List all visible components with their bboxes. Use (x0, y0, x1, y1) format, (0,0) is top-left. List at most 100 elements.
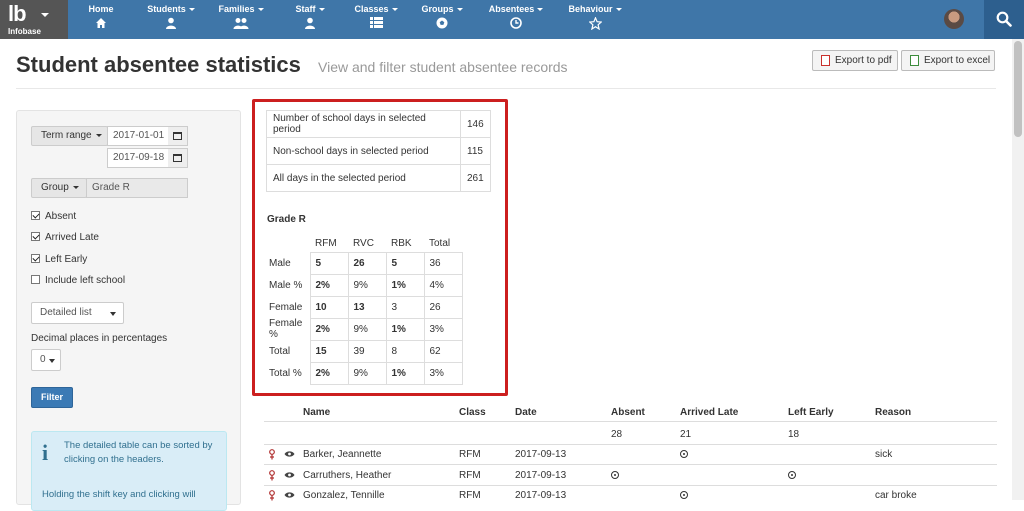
left-early-marker-icon (788, 471, 796, 479)
filter-button[interactable]: Filter (31, 387, 73, 408)
eye-icon[interactable] (284, 491, 295, 499)
nav-label: Groups (420, 4, 464, 14)
student-name[interactable]: Gonzalez, Tennille (303, 490, 385, 501)
stat-cell: 4% (423, 273, 463, 297)
column-header-arrived-late[interactable]: Arrived Late (680, 407, 738, 418)
column-header-left-early[interactable]: Left Early (788, 407, 834, 418)
term-range-button[interactable]: Term range (31, 126, 108, 146)
stat-cell: 9% (347, 361, 387, 385)
column-header-class[interactable]: Class (459, 407, 486, 418)
row-label: Female (269, 301, 303, 313)
nav-families[interactable]: Families (215, 0, 267, 39)
star-icon (588, 17, 602, 30)
arrived-late-checkbox[interactable]: Arrived Late (31, 232, 99, 243)
stat-cell: 3% (423, 317, 463, 341)
filter-panel: Term range 2017-01-01 2017-09-18 Group G… (16, 110, 241, 511)
group-label: Group (41, 182, 69, 193)
column-header-date[interactable]: Date (515, 407, 537, 418)
left-early-checkbox[interactable]: Left Early (31, 254, 87, 265)
table-row: Female 10 13 3 26 (264, 295, 463, 319)
export-pdf-button[interactable]: Export to pdf (812, 50, 898, 71)
checkbox-box[interactable] (31, 275, 40, 284)
nav-absentees[interactable]: Absentees (486, 0, 546, 39)
export-pdf-label: Export to pdf (835, 55, 892, 66)
late-count: 21 (680, 429, 692, 440)
stat-cell: 13 (347, 295, 387, 319)
reason-text: sick (875, 449, 893, 460)
decimal-places-value: 0 (40, 354, 46, 365)
scrollbar-thumb[interactable] (1014, 41, 1022, 137)
divider (264, 421, 997, 422)
checkbox-label: Left Early (45, 254, 88, 265)
table-row: Number of school days in selected period… (266, 110, 491, 138)
nav-classes[interactable]: Classes (352, 0, 400, 39)
eye-icon[interactable] (284, 450, 295, 458)
column-header-name[interactable]: Name (303, 407, 330, 418)
column-header: RBK (391, 237, 412, 249)
student-class: RFM (459, 490, 481, 501)
early-count: 18 (788, 429, 800, 440)
table-row: Female % 2% 9% 1% 3% (264, 317, 463, 341)
chevron-down-icon (72, 185, 79, 189)
row-label: Female % (269, 318, 303, 340)
chevron-down-icon (49, 359, 55, 363)
student-name[interactable]: Carruthers, Heather (303, 470, 391, 481)
nav-students[interactable]: Students (143, 0, 199, 39)
gender-female-icon (269, 449, 275, 460)
gender-female-icon (269, 470, 275, 481)
calendar-icon[interactable] (168, 126, 188, 146)
avatar[interactable] (944, 9, 964, 29)
stat-cell: 3 (385, 295, 425, 319)
checkbox-box[interactable] (31, 232, 40, 241)
nav-groups[interactable]: Groups (420, 0, 464, 39)
table-row: All days in the selected period 261 (266, 164, 491, 192)
decimal-places-select[interactable]: 0 (31, 349, 61, 371)
brand-logo: lb (8, 1, 27, 26)
brand-menu[interactable]: lb Infobase (0, 0, 68, 39)
list-icon (369, 17, 383, 28)
stat-cell: 2% (309, 317, 349, 341)
student-name[interactable]: Barker, Jeannette (303, 449, 381, 460)
export-excel-label: Export to excel (924, 55, 991, 66)
stat-cell: 8 (385, 339, 425, 363)
page-scrollbar[interactable] (1012, 39, 1024, 500)
column-header-reason[interactable]: Reason (875, 407, 911, 418)
nav-behaviour[interactable]: Behaviour (566, 0, 624, 39)
divider (264, 485, 997, 486)
user-icon (305, 17, 315, 29)
column-header: RFM (315, 237, 337, 249)
group-button[interactable]: Group (31, 178, 87, 198)
calendar-icon[interactable] (168, 148, 188, 168)
search-button[interactable] (984, 0, 1024, 39)
nav-staff[interactable]: Staff (291, 0, 329, 39)
stat-cell: 1% (385, 317, 425, 341)
date-to-input[interactable]: 2017-09-18 (107, 148, 169, 168)
record-date: 2017-09-13 (515, 470, 567, 481)
checkbox-box[interactable] (31, 211, 40, 220)
nav-label: Behaviour (566, 4, 624, 14)
family-icon (233, 18, 249, 29)
checkbox-box[interactable] (31, 254, 40, 263)
group-value-field: Grade R (86, 178, 188, 198)
eye-icon[interactable] (284, 471, 295, 479)
group-stats-title: Grade R (267, 214, 306, 225)
total-label: Number of school days in selected period (266, 110, 461, 138)
stat-cell: 36 (423, 251, 463, 275)
nav-home[interactable]: Home (88, 0, 114, 39)
student-class: RFM (459, 470, 481, 481)
clock-icon (510, 17, 522, 29)
nav-label: Students (143, 4, 199, 14)
column-header-absent[interactable]: Absent (611, 407, 645, 418)
export-excel-button[interactable]: Export to excel (901, 50, 995, 71)
view-mode-select[interactable]: Detailed list (31, 302, 124, 324)
include-left-school-checkbox[interactable]: Include left school (31, 275, 125, 286)
stat-cell: 26 (423, 295, 463, 319)
divider (264, 444, 997, 445)
user-icon (166, 17, 176, 29)
info-icon: i (42, 440, 49, 465)
stat-cell: 5 (309, 251, 349, 275)
period-totals-table: Number of school days in selected period… (266, 110, 491, 192)
absent-checkbox[interactable]: Absent (31, 211, 76, 222)
search-icon (996, 11, 1012, 27)
date-from-input[interactable]: 2017-01-01 (107, 126, 169, 146)
